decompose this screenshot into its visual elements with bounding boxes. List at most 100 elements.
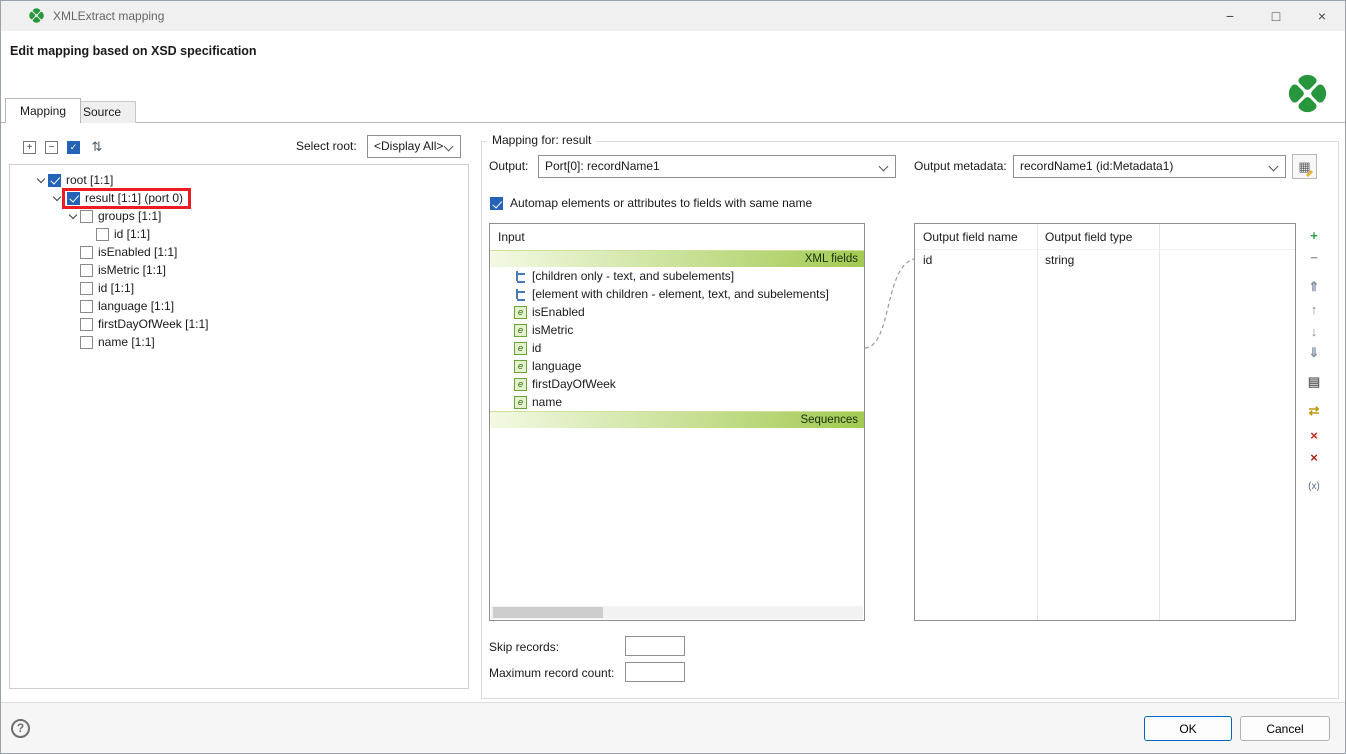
- generated-key-button[interactable]: (x): [1305, 478, 1323, 494]
- tree-checkbox[interactable]: [96, 228, 109, 241]
- expand-all-icon[interactable]: +: [23, 141, 36, 154]
- element-icon: e: [514, 324, 527, 337]
- input-field-item[interactable]: eid: [490, 339, 864, 357]
- tree-checkbox[interactable]: [80, 318, 93, 331]
- tree-checkbox[interactable]: [80, 282, 93, 295]
- input-field-item[interactable]: ename: [490, 393, 864, 411]
- field-type-cell: string: [1045, 250, 1074, 270]
- input-field-item[interactable]: e isMetric: [490, 321, 864, 339]
- tree-node[interactable]: isMetric [1:1]: [10, 261, 468, 279]
- node-inner: root [1:1]: [48, 171, 113, 189]
- output-metadata-dropdown[interactable]: recordName1 (id:Metadata1): [1013, 155, 1286, 178]
- expander-spacer: [66, 299, 80, 313]
- input-field-label: isMetric: [532, 323, 573, 337]
- edit-record-button[interactable]: ▤: [1305, 374, 1323, 390]
- input-field-label: language: [532, 359, 581, 373]
- automap-label: Automap elements or attributes to fields…: [510, 193, 812, 213]
- tree-node[interactable]: isEnabled [1:1]: [10, 243, 468, 261]
- tree-node[interactable]: id [1:1]: [10, 225, 468, 243]
- cancel-mapping-button[interactable]: ×: [1305, 427, 1323, 443]
- annotation-highlight: result [1:1] (port 0): [62, 188, 191, 209]
- tree-checkbox[interactable]: [48, 174, 61, 187]
- automap-checkbox[interactable]: [490, 197, 503, 210]
- output-port-dropdown[interactable]: Port[0]: recordName1: [538, 155, 896, 178]
- horizontal-scrollbar[interactable]: [491, 606, 863, 619]
- mapping-tab-content: +−✓⇅ Select root: <Display All> root [1:…: [1, 123, 1345, 704]
- element-icon: e: [514, 342, 527, 355]
- output-metadata-value: recordName1 (id:Metadata1): [1020, 159, 1173, 173]
- input-fields-list: Input XML fields[children only - text, a…: [489, 223, 865, 621]
- skip-records-input[interactable]: [625, 636, 685, 656]
- tree-node[interactable]: root [1:1]: [10, 171, 468, 189]
- move-bottom-button[interactable]: ⇓: [1305, 345, 1323, 361]
- element-icon: e: [514, 378, 527, 391]
- tree-node-label: isMetric [1:1]: [98, 263, 166, 277]
- move-down-button[interactable]: ↓: [1305, 323, 1323, 339]
- minimize-button[interactable]: −: [1207, 1, 1253, 31]
- expander-spacer: [66, 245, 80, 259]
- tree-checkbox[interactable]: [67, 192, 80, 205]
- tree-node[interactable]: language [1:1]: [10, 297, 468, 315]
- move-top-button[interactable]: ⇑: [1305, 279, 1323, 295]
- tree-node[interactable]: id [1:1]: [10, 279, 468, 297]
- input-field-item[interactable]: e firstDayOfWeek: [490, 375, 864, 393]
- tree-node[interactable]: result [1:1] (port 0): [10, 189, 468, 207]
- edit-metadata-button[interactable]: ▦: [1292, 154, 1317, 179]
- expander-icon[interactable]: [50, 191, 64, 205]
- input-field-item[interactable]: [element with children - element, text, …: [490, 285, 864, 303]
- help-button[interactable]: ?: [11, 719, 30, 738]
- node-inner: groups [1:1]: [80, 207, 161, 225]
- cancel-button[interactable]: Cancel: [1240, 716, 1330, 741]
- node-inner: language [1:1]: [80, 297, 174, 315]
- tab-mapping[interactable]: Mapping: [5, 98, 81, 123]
- tree-checkbox[interactable]: [80, 300, 93, 313]
- xsd-tree: root [1:1]result [1:1] (port 0)groups [1…: [9, 164, 469, 689]
- select-root-dropdown[interactable]: <Display All>: [367, 135, 461, 158]
- maximize-button[interactable]: □: [1253, 1, 1299, 31]
- input-field-label: firstDayOfWeek: [532, 377, 616, 391]
- ok-button[interactable]: OK: [1144, 716, 1232, 741]
- expander-icon[interactable]: [66, 209, 80, 223]
- tree-node[interactable]: groups [1:1]: [10, 207, 468, 225]
- tree-checkbox[interactable]: [80, 210, 93, 223]
- add-field-button[interactable]: +: [1305, 227, 1323, 243]
- select-root-label: Select root:: [296, 135, 357, 157]
- tree-checkbox[interactable]: [80, 264, 93, 277]
- tree-checkbox[interactable]: [80, 246, 93, 259]
- tree-node-label: root [1:1]: [66, 173, 113, 187]
- close-button[interactable]: ×: [1299, 1, 1345, 31]
- tree-node-label: isEnabled [1:1]: [98, 245, 177, 259]
- expander-spacer: [66, 335, 80, 349]
- input-list-title: Input: [490, 224, 864, 250]
- window-controls: − □ ×: [1207, 1, 1345, 31]
- scrollbar-thumb[interactable]: [493, 607, 603, 618]
- input-field-item[interactable]: elanguage: [490, 357, 864, 375]
- input-field-label: [element with children - element, text, …: [532, 287, 829, 301]
- move-up-button[interactable]: ↑: [1305, 301, 1323, 317]
- table-body: idstring: [915, 250, 1295, 270]
- tree-node[interactable]: firstDayOfWeek [1:1]: [10, 315, 468, 333]
- remove-field-button[interactable]: −: [1305, 249, 1323, 265]
- column-divider: [1159, 224, 1160, 620]
- tree-node-label: groups [1:1]: [98, 209, 161, 223]
- collapse-all-icon[interactable]: −: [45, 141, 58, 154]
- expander-icon[interactable]: [34, 173, 48, 187]
- column-header-field-name: Output field name: [923, 224, 1018, 250]
- tree-toolbar: +−✓ ⇅: [23, 139, 105, 155]
- output-label: Output:: [489, 155, 528, 177]
- expander-spacer: [66, 263, 80, 277]
- subtree-icon: [514, 288, 527, 301]
- tree-order-icon[interactable]: ⇅: [89, 139, 105, 155]
- input-section-header: XML fields: [490, 250, 864, 267]
- check-elements-icon[interactable]: ✓: [67, 141, 80, 154]
- table-row[interactable]: idstring: [915, 250, 1295, 270]
- input-field-item[interactable]: [children only - text, and subelements]: [490, 267, 864, 285]
- node-inner: firstDayOfWeek [1:1]: [80, 315, 208, 333]
- max-record-count-input[interactable]: [625, 662, 685, 682]
- input-field-label: isEnabled: [532, 305, 585, 319]
- automap-button[interactable]: ⇄: [1305, 403, 1323, 419]
- tree-checkbox[interactable]: [80, 336, 93, 349]
- input-field-item[interactable]: eisEnabled: [490, 303, 864, 321]
- tree-node[interactable]: name [1:1]: [10, 333, 468, 351]
- cancel-all-mappings-button[interactable]: ×: [1305, 449, 1323, 465]
